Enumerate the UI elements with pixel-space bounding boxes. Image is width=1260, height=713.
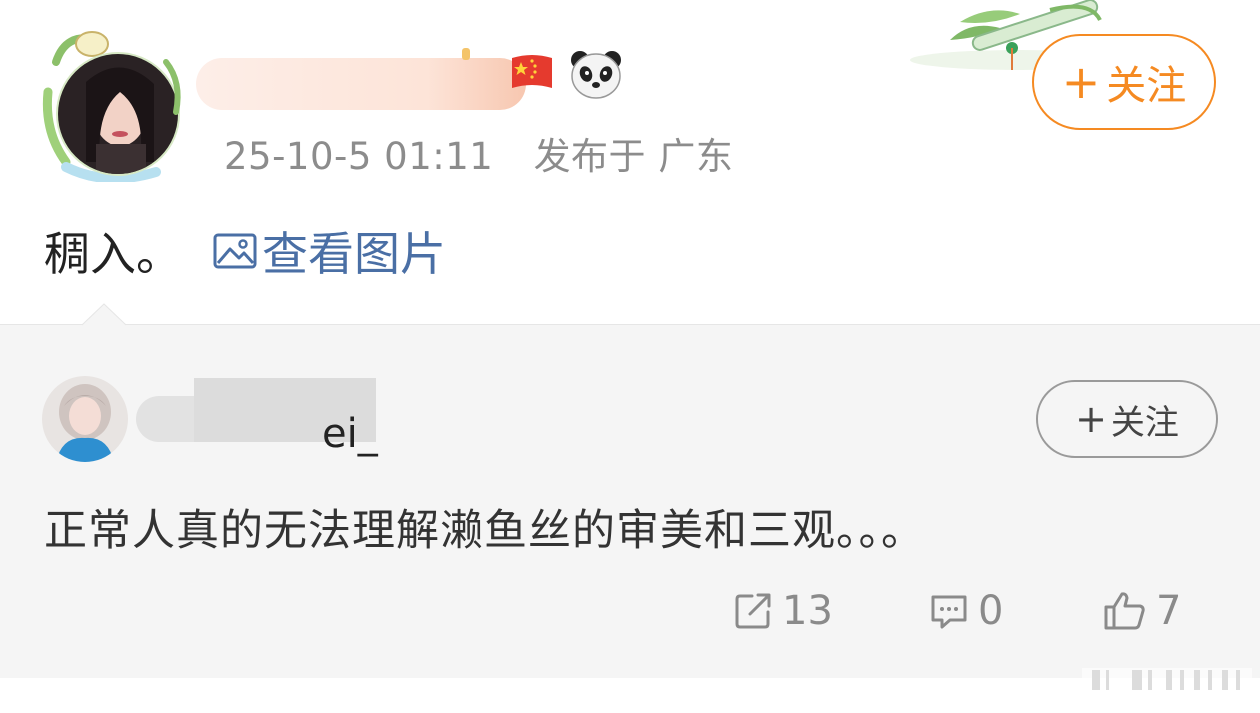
view-image-link[interactable]: 查看图片 bbox=[212, 218, 446, 284]
post-timestamp: 25-10-5 01:11 bbox=[224, 135, 494, 178]
plus-icon: + bbox=[1061, 55, 1101, 109]
view-image-label: 查看图片 bbox=[262, 227, 446, 281]
china-flag-icon bbox=[508, 52, 556, 94]
like-action[interactable]: 7 bbox=[1102, 586, 1181, 636]
thumbs-up-icon bbox=[1104, 592, 1145, 630]
post-location: 发布于 广东 bbox=[533, 135, 734, 178]
post-body: 稠入。 查看图片 bbox=[44, 218, 446, 284]
share-icon bbox=[735, 593, 771, 629]
follow-label: 关注 bbox=[1106, 63, 1187, 109]
image-icon bbox=[213, 233, 257, 269]
poster-avatar[interactable] bbox=[36, 22, 188, 184]
reply-username-redacted[interactable]: ei_ bbox=[134, 376, 384, 462]
comment-icon bbox=[931, 595, 967, 629]
reply-avatar[interactable] bbox=[42, 376, 128, 462]
follow-label: 关注 bbox=[1110, 402, 1179, 443]
comment-action[interactable]: 0 bbox=[928, 586, 1003, 636]
reply-text: 正常人真的无法理解濑鱼丝的审美和三观。。。 bbox=[44, 506, 925, 556]
reply-follow-button[interactable]: + 关注 bbox=[1036, 380, 1218, 458]
share-count: 13 bbox=[782, 588, 833, 634]
follow-button[interactable]: + 关注 bbox=[1032, 34, 1216, 130]
bottom-strip bbox=[0, 678, 1260, 713]
panda-icon bbox=[568, 48, 624, 100]
post-meta: 25-10-5 01:11 发布于 广东 bbox=[224, 126, 733, 180]
fade-stripes-decoration bbox=[1082, 658, 1252, 698]
plus-icon: + bbox=[1075, 397, 1107, 441]
share-action[interactable]: 13 bbox=[732, 586, 833, 636]
post-body-text: 稠入。 bbox=[44, 227, 182, 281]
like-count: 7 bbox=[1156, 588, 1182, 634]
reply-card-pointer bbox=[81, 302, 127, 346]
poster-username-redacted[interactable] bbox=[196, 30, 528, 110]
comment-count: 0 bbox=[978, 588, 1004, 634]
reply-name-fragment: ei_ bbox=[322, 411, 378, 457]
